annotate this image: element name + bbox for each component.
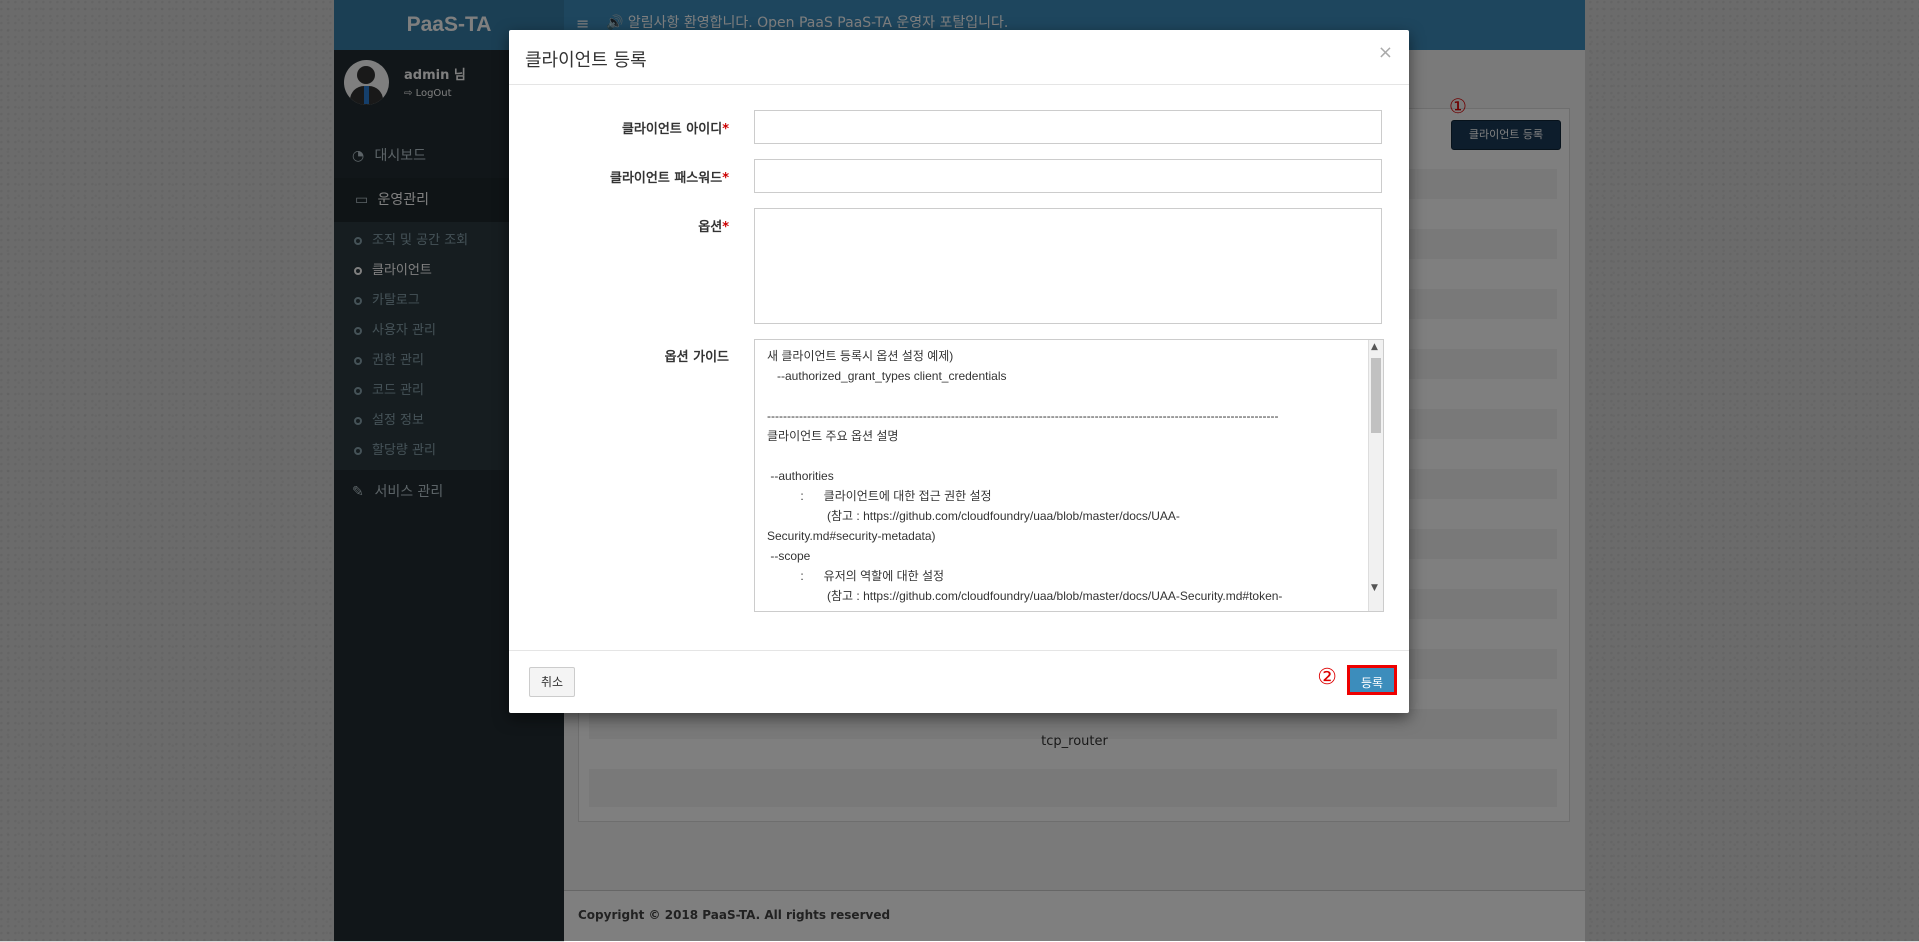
- guide-scrollbar[interactable]: ▲ ▼: [1368, 340, 1383, 611]
- label-text: 클라이언트 아이디: [621, 122, 723, 137]
- required-mark: *: [722, 122, 729, 137]
- scroll-thumb[interactable]: [1371, 358, 1381, 433]
- client-password-field[interactable]: [754, 159, 1382, 193]
- option-guide-text: 새 클라이언트 등록시 옵션 설정 예제) --authorized_grant…: [767, 349, 1283, 603]
- label-text: 클라이언트 패스워드: [610, 171, 723, 186]
- scroll-up-icon[interactable]: ▲: [1371, 342, 1378, 352]
- client-id-label: 클라이언트 아이디*: [509, 118, 729, 137]
- option-guide-label: 옵션 가이드: [664, 350, 729, 365]
- label-text: 옵션: [698, 220, 723, 235]
- option-guide-textarea[interactable]: 새 클라이언트 등록시 옵션 설정 예제) --authorized_grant…: [754, 339, 1384, 612]
- required-mark: *: [722, 171, 729, 186]
- client-register-modal: 클라이언트 등록 × 클라이언트 아이디* 클라이언트 패스워드* 옵션* 옵션…: [509, 30, 1409, 713]
- required-mark: *: [722, 220, 729, 235]
- cancel-button[interactable]: 취소: [529, 667, 575, 697]
- close-icon[interactable]: ×: [1378, 42, 1393, 63]
- modal-title: 클라이언트 등록: [525, 50, 647, 71]
- modal-footer: 취소 ② 등록: [509, 650, 1409, 713]
- scroll-down-icon[interactable]: ▼: [1371, 583, 1378, 593]
- annotation-marker-2: ②: [1317, 665, 1337, 690]
- client-id-field[interactable]: [754, 110, 1382, 144]
- submit-button[interactable]: 등록: [1347, 665, 1397, 695]
- options-textarea[interactable]: [754, 208, 1382, 324]
- modal-header: 클라이언트 등록 ×: [509, 30, 1409, 85]
- options-label: 옵션*: [509, 216, 729, 235]
- client-password-label: 클라이언트 패스워드*: [509, 167, 729, 186]
